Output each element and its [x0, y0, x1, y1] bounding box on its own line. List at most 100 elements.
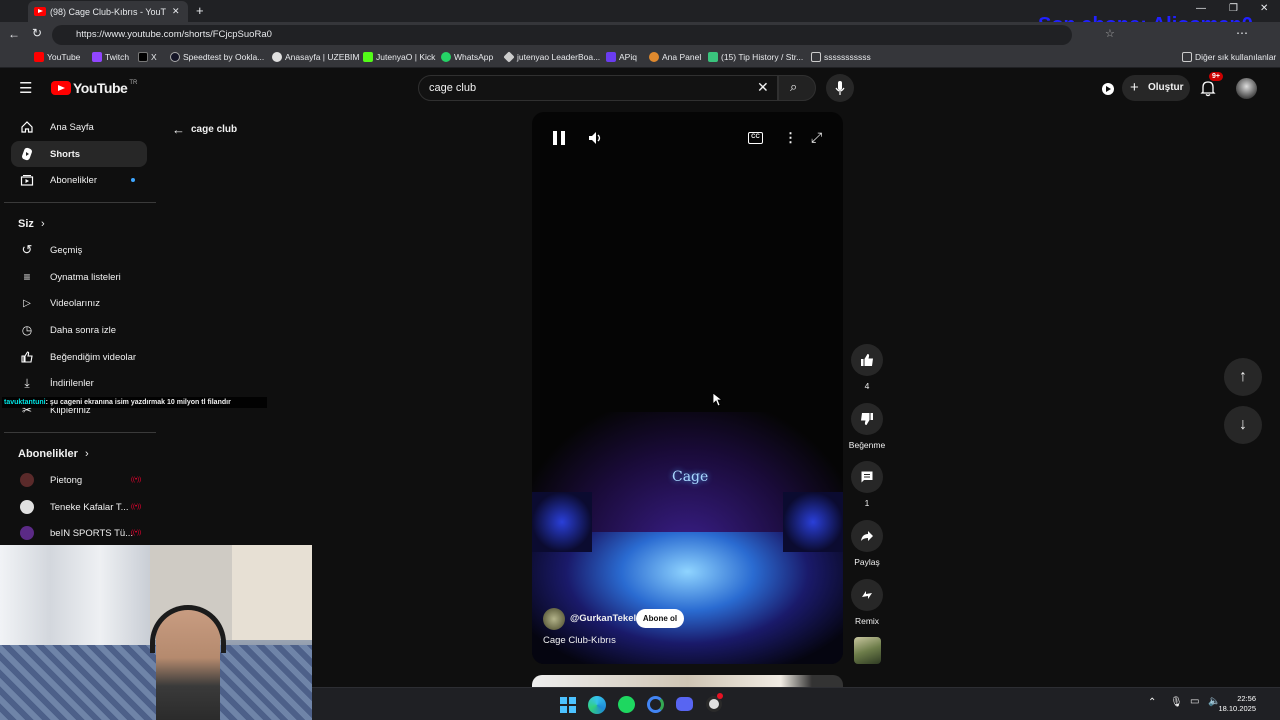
create-video-icon[interactable] — [1100, 81, 1116, 97]
video-title: Cage Club-Kıbrıs — [543, 635, 616, 646]
hamburger-menu-icon[interactable]: ☰ — [19, 79, 32, 97]
recording-dot-icon — [717, 693, 723, 699]
chevron-up-icon[interactable]: ⌃ — [1148, 697, 1156, 708]
sidebar-sub-channel[interactable]: Pietong ((•)) — [11, 467, 147, 493]
sidebar-sub-channel[interactable]: Teneke Kafalar T... ((•)) — [11, 494, 147, 520]
youtube-favicon-icon — [34, 7, 46, 16]
network-icon[interactable]: ▭ — [1190, 696, 1199, 707]
history-icon: ↺ — [21, 242, 33, 257]
bookmark-tip-history[interactable]: (15) Tip History / Str... — [708, 52, 803, 62]
bookmark-twitch[interactable]: Twitch — [92, 52, 129, 62]
edge-icon[interactable] — [588, 696, 606, 714]
discord-icon[interactable] — [676, 697, 693, 711]
other-bookmarks[interactable]: Diğer sık kullanılanlar — [1182, 52, 1276, 62]
url-field[interactable]: https://www.youtube.com/shorts/FCjcpSuoR… — [52, 25, 1072, 45]
sidebar-sub-channel[interactable]: beIN SPORTS Tü... ((•)) — [11, 520, 147, 546]
sidebar-item-watch-later[interactable]: ◷ Daha sonra izle — [11, 317, 147, 343]
back-icon[interactable]: ← — [8, 27, 20, 41]
sidebar-item-liked-videos[interactable]: Beğendiğim videolar — [11, 344, 147, 370]
share-button[interactable] — [851, 520, 883, 552]
next-video-button[interactable]: ↓ — [1224, 406, 1262, 444]
bookmark-ana-panel[interactable]: Ana Panel — [649, 52, 701, 62]
notifications-button[interactable]: 9+ — [1200, 72, 1223, 97]
sidebar-item-history[interactable]: ↺ Geçmiş — [11, 237, 147, 263]
dislike-button[interactable] — [851, 403, 883, 435]
sidebar-item-subscriptions[interactable]: Abonelikler — [11, 167, 147, 193]
fullscreen-icon[interactable]: ⤢ — [811, 129, 822, 146]
clear-search-icon[interactable]: ✕ — [757, 79, 769, 96]
share-action[interactable]: Paylaş — [851, 520, 883, 567]
browser-tab[interactable]: (98) Cage Club-Kıbrıs - YouT ✕ — [28, 1, 188, 22]
sidebar-item-downloads[interactable]: ⤓ İndirilenler — [11, 370, 147, 396]
google-icon[interactable] — [647, 696, 664, 713]
sidebar-subscriptions-heading[interactable]: Abonelikler › — [18, 448, 89, 460]
maximize-icon[interactable]: ❐ — [1229, 3, 1238, 14]
system-clock[interactable]: 22:56 18.10.2025 — [1218, 694, 1256, 714]
sidebar-divider — [4, 202, 156, 203]
channel-avatar — [20, 473, 34, 487]
pause-icon[interactable] — [553, 131, 565, 145]
voice-search-button[interactable] — [826, 74, 854, 102]
subscribe-button[interactable]: Abone ol — [636, 609, 684, 628]
chat-text: : şu cageni ekranına isim yazdırmak 10 m… — [45, 399, 231, 406]
mic-tray-icon[interactable]: 🎙 — [1170, 697, 1183, 708]
shorts-video-player[interactable]: Cage CC ⋮ ⤢ @GurkanTekel Abone ol Cage C… — [532, 112, 843, 664]
avatar[interactable] — [1236, 78, 1257, 99]
dislike-action[interactable]: Beğenme — [849, 403, 885, 450]
menu-dots-icon[interactable]: ⋯ — [1236, 26, 1248, 40]
shorts-icon — [20, 147, 34, 161]
bookmark-uzebim[interactable]: Anasayfa | UZEBIM — [272, 52, 359, 62]
plus-icon: + — [1130, 79, 1139, 96]
remix-action[interactable]: Remix — [851, 579, 883, 626]
previous-video-button[interactable]: ↑ — [1224, 358, 1262, 396]
arrow-left-icon: ← — [172, 122, 185, 137]
comments-action[interactable]: 1 — [851, 461, 883, 508]
back-to-search-link[interactable]: ← cage club — [172, 122, 237, 137]
bookmark-speedtest[interactable]: Speedtest by Ookla... — [170, 52, 264, 62]
sidebar-item-your-videos[interactable]: ▷ Videolarınız — [11, 290, 147, 316]
channel-name[interactable]: @GurkanTekel — [570, 613, 636, 624]
live-icon: ((•)) — [131, 477, 142, 483]
chevron-right-icon: › — [84, 448, 89, 460]
webcam-door — [232, 545, 312, 640]
remix-button[interactable] — [851, 579, 883, 611]
close-tab-icon[interactable]: ✕ — [172, 6, 180, 17]
bookmark-youtube[interactable]: YouTube — [34, 52, 80, 62]
reload-icon[interactable]: ↻ — [32, 26, 42, 40]
like-button[interactable] — [851, 344, 883, 376]
bookmark-whatsapp[interactable]: WhatsApp — [441, 52, 493, 62]
home-icon — [20, 120, 34, 134]
share-icon — [861, 531, 873, 541]
volume-icon[interactable] — [588, 131, 604, 145]
sidebar-item-home[interactable]: Ana Sayfa — [11, 114, 147, 140]
sidebar-you-heading[interactable]: Siz › — [18, 218, 45, 230]
sidebar-item-playlists[interactable]: ≡ Oynatma listeleri — [11, 264, 147, 290]
sidebar-item-shorts[interactable]: Shorts — [11, 141, 147, 167]
bookmark-apiq[interactable]: APiq — [606, 52, 637, 62]
stream-chat-message: tavuktantuni: şu cageni ekranına isim ya… — [2, 397, 267, 408]
captions-icon[interactable]: CC — [748, 132, 763, 144]
channel-avatar[interactable] — [543, 608, 565, 630]
close-window-icon[interactable]: ✕ — [1260, 3, 1268, 14]
youtube-logo[interactable]: YouTube TR — [51, 80, 137, 96]
bookmark-kick[interactable]: JutenyaO | Kick — [363, 52, 435, 62]
minimize-icon[interactable]: — — [1196, 3, 1206, 14]
spotify-icon[interactable] — [618, 696, 635, 713]
comments-button[interactable] — [851, 461, 883, 493]
new-tab-icon[interactable]: + — [196, 3, 204, 18]
bookmark-folder[interactable]: sssssssssss — [811, 52, 871, 62]
bookmark-x[interactable]: X — [138, 52, 157, 62]
search-button[interactable]: ⌕ — [778, 75, 816, 101]
next-video-preview[interactable] — [532, 675, 843, 687]
search-input[interactable]: cage club — [418, 75, 778, 101]
microphone-icon — [835, 81, 845, 95]
start-icon[interactable] — [560, 697, 576, 713]
bookmark-leaderboard[interactable]: jutenyao LeaderBoa... — [503, 51, 600, 63]
like-action[interactable]: 4 — [851, 344, 883, 391]
stage-sign: Cage — [672, 469, 709, 485]
more-options-icon[interactable]: ⋮ — [784, 130, 797, 146]
sidebar: Ana Sayfa Shorts Abonelikler Siz › ↺ Geçm… — [0, 109, 160, 549]
sound-thumbnail[interactable] — [854, 637, 881, 664]
star-icon[interactable]: ☆ — [1105, 27, 1115, 40]
create-button[interactable]: + Oluştur — [1122, 75, 1190, 101]
